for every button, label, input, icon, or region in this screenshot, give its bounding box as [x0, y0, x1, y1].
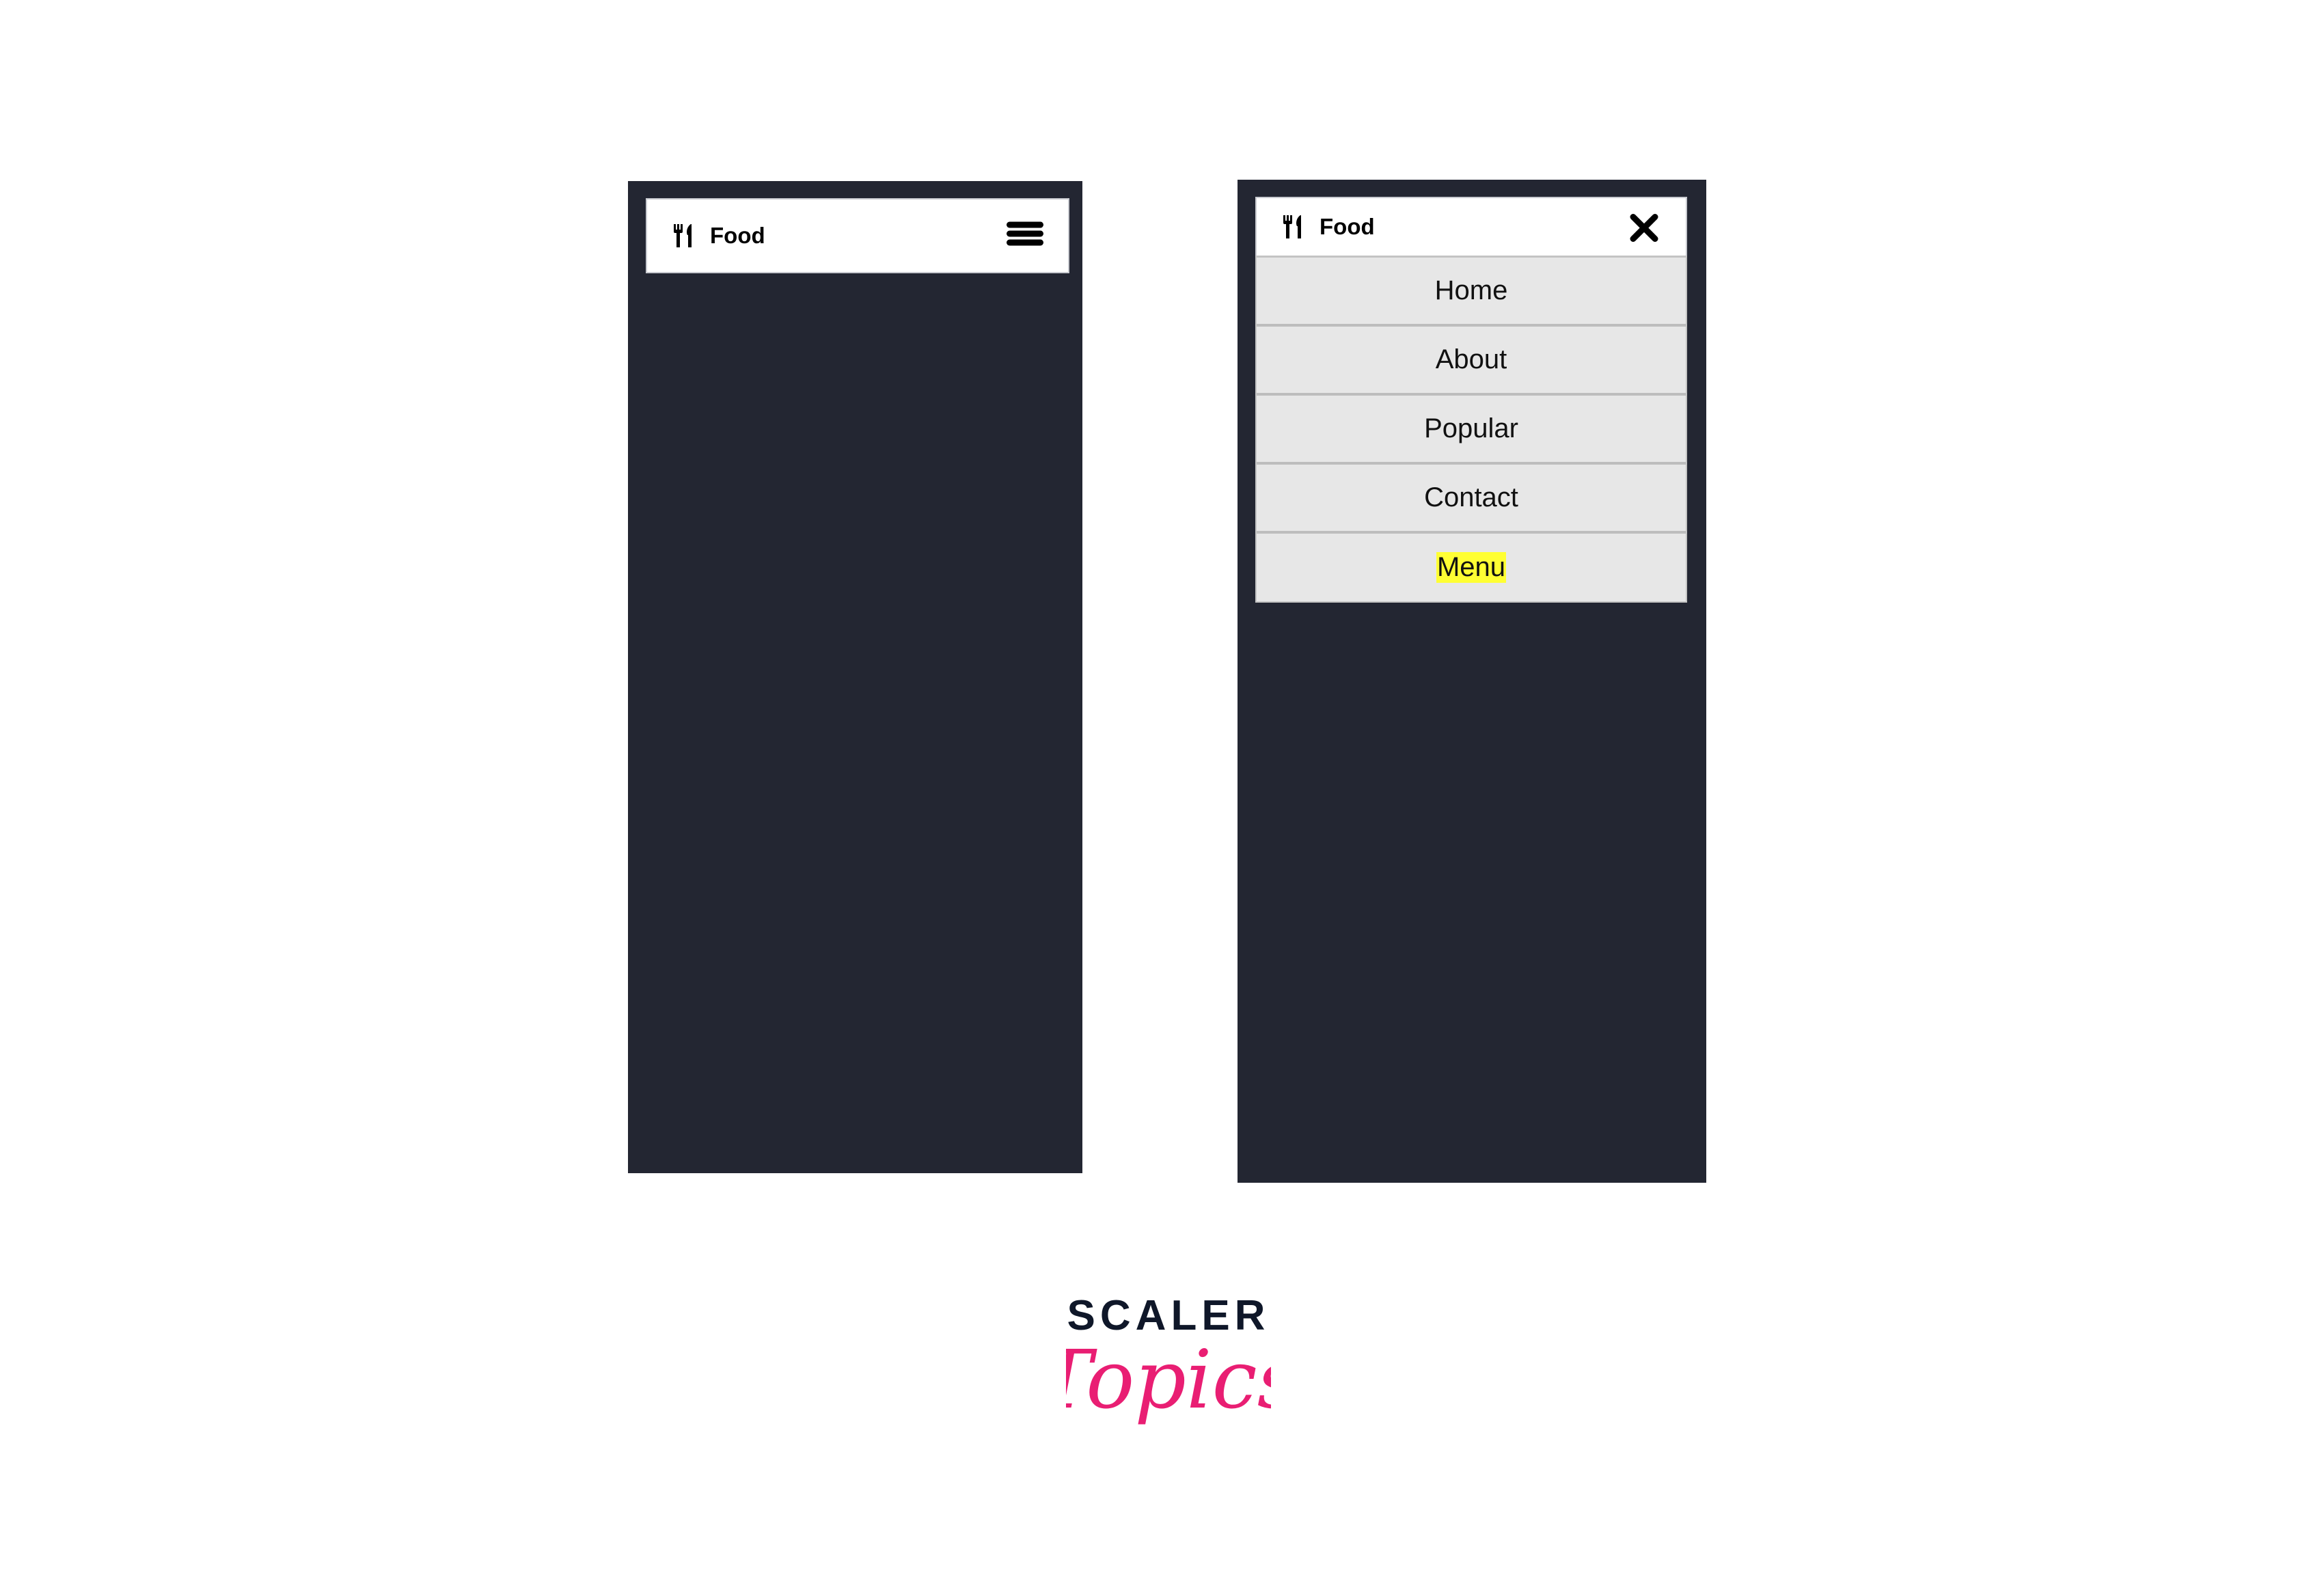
- brand-link[interactable]: Food: [673, 223, 765, 249]
- menu-item-label: Menu: [1436, 552, 1507, 583]
- logo-topics-text: Topics: [1066, 1332, 1271, 1427]
- scaler-topics-logo: SCALER Topics: [1066, 1291, 1271, 1469]
- hamburger-menu-button[interactable]: [1007, 221, 1043, 250]
- fork-knife-icon: [1283, 215, 1303, 238]
- fork-knife-icon: [673, 224, 694, 247]
- menu-item-menu[interactable]: Menu: [1257, 534, 1686, 601]
- phone-screen-expanded: Food Home About Popular Contact Menu: [1238, 180, 1706, 1183]
- close-menu-button[interactable]: [1630, 214, 1658, 246]
- close-x-icon: [1630, 214, 1658, 245]
- menu-item-label: About: [1435, 344, 1507, 374]
- menu-item-label: Popular: [1424, 413, 1518, 443]
- nav-menu-list: Home About Popular Contact Menu: [1255, 256, 1687, 603]
- menu-item-label: Contact: [1424, 482, 1518, 512]
- menu-item-popular[interactable]: Popular: [1257, 396, 1686, 465]
- navbar: Food: [1255, 197, 1687, 256]
- menu-item-label: Home: [1434, 275, 1508, 305]
- menu-item-contact[interactable]: Contact: [1257, 465, 1686, 534]
- phone-screen-collapsed: Food: [628, 181, 1082, 1173]
- brand-name: Food: [1320, 214, 1375, 239]
- brand-link[interactable]: Food: [1283, 214, 1375, 240]
- hamburger-menu-icon: [1007, 221, 1043, 249]
- menu-item-about[interactable]: About: [1257, 327, 1686, 396]
- navbar: Food: [646, 198, 1069, 273]
- logo-topics-script: Topics: [1066, 1332, 1271, 1427]
- menu-item-home[interactable]: Home: [1257, 258, 1686, 327]
- brand-name: Food: [710, 223, 765, 248]
